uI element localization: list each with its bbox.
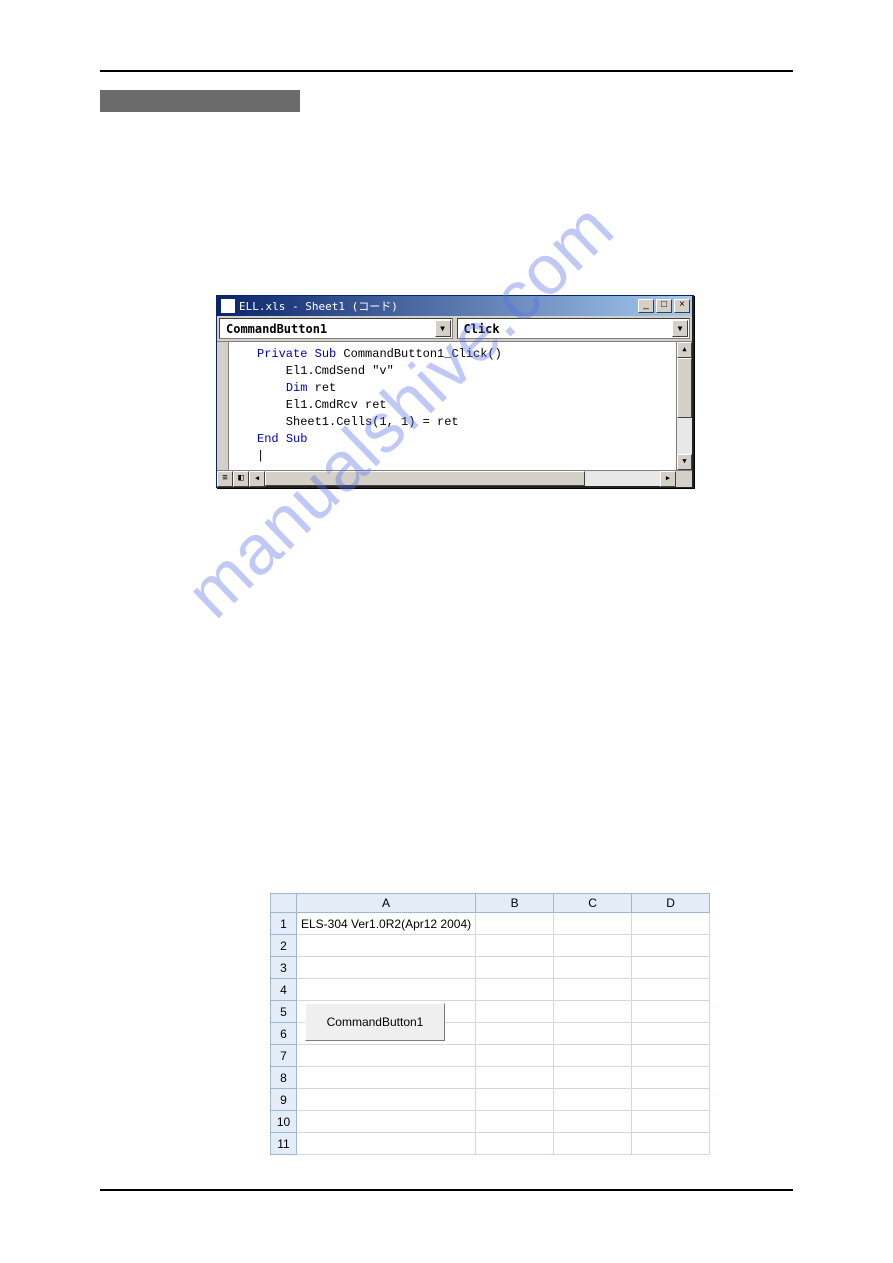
cell[interactable]: [554, 1001, 632, 1023]
code-editor[interactable]: Private Sub CommandButton1_Click() El1.C…: [229, 342, 676, 470]
row-header[interactable]: 10: [271, 1111, 297, 1133]
row-header[interactable]: 2: [271, 935, 297, 957]
scroll-left-button[interactable]: ◀: [249, 471, 265, 487]
cell[interactable]: [632, 979, 710, 1001]
cell[interactable]: [297, 1045, 476, 1067]
procedure-combobox-value: Click: [464, 322, 500, 336]
cell[interactable]: [297, 957, 476, 979]
scroll-track[interactable]: [677, 358, 692, 454]
row-header[interactable]: 11: [271, 1133, 297, 1155]
procedure-view-button[interactable]: ≡: [217, 471, 233, 487]
cell[interactable]: [297, 1067, 476, 1089]
chevron-down-icon[interactable]: ▼: [435, 320, 451, 337]
top-rule: [100, 70, 793, 72]
row-header[interactable]: 3: [271, 957, 297, 979]
row-header[interactable]: 8: [271, 1067, 297, 1089]
cell[interactable]: [476, 1111, 554, 1133]
cell[interactable]: CommandButton1: [297, 1001, 476, 1023]
cell[interactable]: [554, 1045, 632, 1067]
cell[interactable]: [554, 1133, 632, 1155]
cell[interactable]: [297, 1133, 476, 1155]
row-header[interactable]: 7: [271, 1045, 297, 1067]
column-header[interactable]: D: [632, 894, 710, 913]
bottom-rule: [100, 1189, 793, 1191]
cell[interactable]: [476, 935, 554, 957]
cell[interactable]: [632, 1111, 710, 1133]
scroll-down-button[interactable]: ▼: [677, 454, 692, 470]
hscroll-track[interactable]: [265, 471, 660, 486]
section-heading-bar: [100, 90, 300, 112]
procedure-combobox[interactable]: Click ▼: [457, 318, 691, 339]
cell[interactable]: [297, 1023, 476, 1045]
cell[interactable]: [476, 1089, 554, 1111]
row-header[interactable]: 4: [271, 979, 297, 1001]
column-header[interactable]: C: [554, 894, 632, 913]
cell[interactable]: [554, 1067, 632, 1089]
cell[interactable]: [632, 1133, 710, 1155]
object-combobox-value: CommandButton1: [226, 322, 327, 336]
cell[interactable]: [554, 979, 632, 1001]
cell[interactable]: [476, 1001, 554, 1023]
window-titlebar[interactable]: ELL.xls - Sheet1 (コード) _ □ ×: [217, 296, 692, 316]
cell[interactable]: [554, 1111, 632, 1133]
hscroll-thumb[interactable]: [265, 471, 585, 486]
row-header[interactable]: 5: [271, 1001, 297, 1023]
minimize-button[interactable]: _: [638, 299, 654, 313]
select-all-corner[interactable]: [271, 894, 297, 913]
close-button[interactable]: ×: [674, 299, 690, 313]
cell[interactable]: [476, 1067, 554, 1089]
window-title: ELL.xls - Sheet1 (コード): [239, 298, 398, 314]
cell[interactable]: [554, 935, 632, 957]
cell[interactable]: [476, 957, 554, 979]
scroll-up-button[interactable]: ▲: [677, 342, 692, 358]
vertical-scrollbar[interactable]: ▲ ▼: [676, 342, 692, 470]
chevron-down-icon[interactable]: ▼: [672, 320, 688, 337]
cell[interactable]: [476, 979, 554, 1001]
cell[interactable]: [632, 935, 710, 957]
cell[interactable]: [554, 1023, 632, 1045]
cell[interactable]: [632, 1089, 710, 1111]
cell[interactable]: [476, 913, 554, 935]
scroll-thumb[interactable]: [677, 358, 692, 418]
cell[interactable]: [297, 935, 476, 957]
excel-worksheet[interactable]: ABCD 1ELS-304 Ver1.0R2(Apr12 2004)2345Com…: [270, 893, 710, 1155]
row-header[interactable]: 1: [271, 913, 297, 935]
cell[interactable]: [632, 1045, 710, 1067]
scroll-right-button[interactable]: ▶: [660, 471, 676, 487]
cell[interactable]: [297, 1111, 476, 1133]
cell[interactable]: [476, 1023, 554, 1045]
object-combobox[interactable]: CommandButton1 ▼: [219, 318, 453, 339]
cell[interactable]: [632, 957, 710, 979]
cell[interactable]: [632, 1001, 710, 1023]
cell[interactable]: [476, 1045, 554, 1067]
cell[interactable]: [632, 1023, 710, 1045]
cell[interactable]: [554, 1089, 632, 1111]
column-header[interactable]: B: [476, 894, 554, 913]
cell[interactable]: [632, 1067, 710, 1089]
cell[interactable]: [476, 1133, 554, 1155]
cell[interactable]: [554, 957, 632, 979]
maximize-button[interactable]: □: [656, 299, 672, 313]
cell[interactable]: [632, 913, 710, 935]
row-header[interactable]: 6: [271, 1023, 297, 1045]
cell[interactable]: ELS-304 Ver1.0R2(Apr12 2004): [297, 913, 476, 935]
window-icon: [221, 299, 235, 313]
row-header[interactable]: 9: [271, 1089, 297, 1111]
cell[interactable]: [297, 979, 476, 1001]
column-header[interactable]: A: [297, 894, 476, 913]
cell[interactable]: [554, 913, 632, 935]
scroll-corner: [676, 471, 692, 487]
cell[interactable]: [297, 1089, 476, 1111]
code-margin: [217, 342, 229, 470]
vba-code-window: ELL.xls - Sheet1 (コード) _ □ × CommandButt…: [216, 295, 694, 488]
full-module-view-button[interactable]: ◧: [233, 471, 249, 487]
